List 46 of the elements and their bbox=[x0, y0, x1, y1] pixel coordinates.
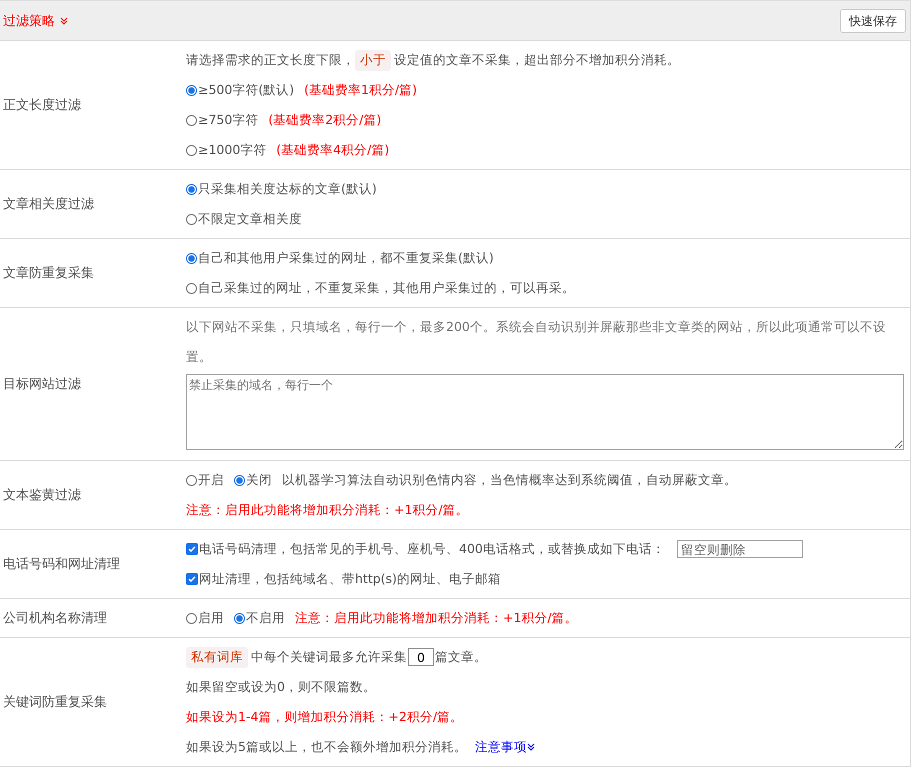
radio-option[interactable]: 只采集相关度达标的文章(默认) bbox=[186, 180, 377, 198]
phone-input-field[interactable]: 留空则删除 bbox=[676, 540, 803, 558]
setting-label: 公司机构名称清理 bbox=[2, 610, 108, 628]
description-text: 如果留空或设为0，则不限篇数。 bbox=[186, 678, 376, 696]
checkmark-icon bbox=[187, 574, 197, 584]
radio-option[interactable]: 自己和其他用户采集过的网址，都不重复采集(默认) bbox=[186, 250, 494, 266]
radio-option[interactable]: ≥500字符(默认) bbox=[186, 82, 294, 98]
description-text: 如果设为5篇或以上，也不会额外增加积分消耗。 bbox=[186, 738, 467, 756]
checkbox-option[interactable]: 电话号码清理，包括常见的手机号、座机号、400电话格式，或替换成如下电话： bbox=[186, 540, 665, 558]
setting-label: 电话号码和网址清理 bbox=[2, 556, 121, 574]
domain-textarea[interactable]: 禁止采集的域名，每行一个 bbox=[186, 374, 904, 450]
radio-option[interactable]: 自己采集过的网址，不重复采集，其他用户采集过的，可以再采。 bbox=[186, 280, 575, 296]
radio-option[interactable]: 关闭 bbox=[234, 472, 272, 488]
radio-option[interactable]: 启用 bbox=[186, 610, 224, 626]
cost-note: 注意：启用此功能将增加积分消耗：+1积分/篇。 bbox=[186, 501, 469, 519]
setting-label: 正文长度过滤 bbox=[2, 97, 82, 115]
cost-note: 注意：启用此功能将增加积分消耗：+1积分/篇。 bbox=[295, 609, 578, 627]
keyword-tag: 私有词库 bbox=[186, 646, 248, 668]
setting-label: 关键词防重复采集 bbox=[2, 694, 108, 712]
description-text: 中每个关键词最多允许采集 bbox=[251, 648, 407, 666]
radio-option[interactable]: 不限定文章相关度 bbox=[186, 210, 302, 228]
cost-note: (基础费率4积分/篇) bbox=[276, 141, 390, 159]
description-text: 以下网站不采集，只填域名，每行一个，最多200个。系统会自动识别并屏蔽那些非文章类的网站，所以此项通常可以不设置。 bbox=[186, 318, 887, 366]
radio-option[interactable]: 不启用 bbox=[234, 610, 285, 626]
setting-label: 文章相关度过滤 bbox=[2, 196, 95, 214]
radio-option[interactable]: ≥1000字符 bbox=[186, 142, 266, 158]
checkbox-option[interactable]: 网址清理，包括纯域名、带http(s)的网址、电子邮箱 bbox=[186, 570, 501, 588]
keyword-tag: 小于 bbox=[355, 50, 391, 70]
notes-link[interactable]: 注意事项 bbox=[474, 738, 535, 756]
description-text: 请选择需求的正文长度下限， bbox=[186, 51, 355, 69]
double-chevron-down-icon bbox=[526, 743, 535, 751]
setting-label: 文章防重复采集 bbox=[2, 265, 95, 283]
description-text: 以机器学习算法自动识别色情内容，当色情概率达到系统阈值，自动屏蔽文章。 bbox=[282, 471, 737, 489]
setting-label: 目标网站过滤 bbox=[2, 376, 82, 394]
cost-note: 如果设为1-4篇，则增加积分消耗：+2积分/篇。 bbox=[186, 708, 464, 726]
count-input-field[interactable]: 0 bbox=[408, 648, 434, 666]
cost-note: (基础费率1积分/篇) bbox=[304, 81, 418, 99]
checkmark-icon bbox=[187, 544, 197, 554]
setting-label: 文本鉴黄过滤 bbox=[2, 487, 82, 505]
description-text: 篇文章。 bbox=[435, 648, 487, 666]
radio-option[interactable]: ≥750字符 bbox=[186, 112, 258, 128]
description-text: 设定值的文章不采集，超出部分不增加积分消耗。 bbox=[394, 51, 680, 69]
quick-save-button[interactable]: 快速保存 bbox=[840, 8, 906, 32]
cost-note: (基础费率2积分/篇) bbox=[268, 111, 382, 129]
double-chevron-down-icon bbox=[60, 16, 68, 24]
radio-option[interactable]: 开启 bbox=[186, 472, 224, 488]
